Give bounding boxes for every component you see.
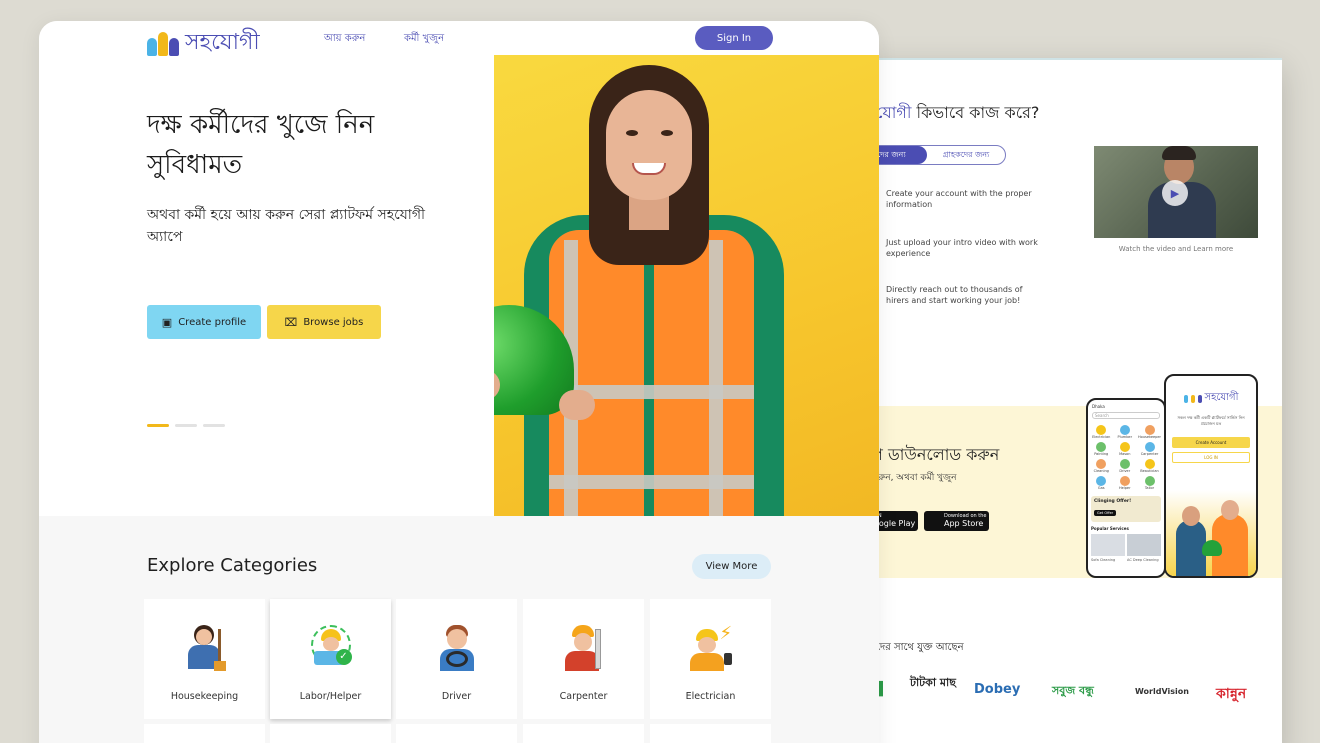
category-card-next-row[interactable] (523, 724, 644, 743)
brand-logo[interactable]: সহযোগী (147, 25, 260, 62)
category-card-next-row[interactable] (396, 724, 517, 743)
phone-category-item: Mason (1115, 442, 1136, 456)
step-2: Just upload your intro video with work e… (886, 238, 1038, 258)
phone-category-item: Plumber (1115, 425, 1136, 439)
housekeeping-icon (180, 623, 230, 673)
phone-category-icon (1096, 442, 1107, 452)
partner-logo-tatka: টাটকা মাছ (910, 676, 956, 689)
category-label: Electrician (685, 691, 736, 702)
intro-video[interactable]: ▶ (1094, 146, 1258, 238)
category-card-housekeeping[interactable]: Housekeeping (144, 599, 265, 719)
play-icon[interactable]: ▶ (1162, 180, 1188, 206)
electrician-icon: ⚡ (686, 623, 736, 673)
partner-logo-sabuj-bondhu: সবুজ বন্ধু (1052, 684, 1094, 697)
phone-category-icon (1119, 442, 1130, 452)
phone-mockup-welcome: সহযোগী সকল দক্ষ কর্মী একটি প্ল্যাটফর্মে … (1164, 374, 1258, 578)
hero-subline: অথবা কর্মী হয়ে আয় করুন সেরা প্ল্যাটফর্… (147, 207, 425, 245)
phone-category-icon (1096, 476, 1107, 486)
phone-category-icon (1119, 459, 1130, 469)
phone-category-item: Electrician (1091, 425, 1112, 439)
step-3: Directly reach out to thousands of hirer… (886, 285, 1023, 305)
carousel-indicators (147, 424, 225, 427)
phone-category-icon (1096, 459, 1107, 469)
how-it-works-title: যোগী কিভাবে কাজ করে? (876, 103, 1040, 122)
phone-category-item: Beautician (1138, 459, 1161, 473)
toggle-customers[interactable]: গ্রাহকদের জন্য (927, 146, 1005, 164)
hero-worker-image (494, 55, 879, 516)
category-card-driver[interactable]: Driver (396, 599, 517, 719)
partner-logo-dobey: Dobey (974, 682, 1021, 697)
partner-logo-fragment: ▌ (878, 682, 888, 697)
driver-icon (432, 623, 482, 673)
carpenter-icon (559, 623, 609, 673)
category-label: Housekeeping (170, 691, 239, 702)
carousel-dot-1[interactable] (147, 424, 169, 427)
phone-category-item: Gas (1091, 476, 1112, 490)
phone-category-item: Cleaning (1091, 459, 1112, 473)
categories-title: Explore Categories (147, 555, 318, 576)
category-card-next-row[interactable] (270, 724, 391, 743)
people-logo-icon (147, 31, 179, 56)
phone-category-item: Housekeeper (1138, 425, 1161, 439)
download-subtitle: করুন, অথবা কর্মী খুজুন (872, 473, 957, 483)
phone-category-item: Carpenter (1138, 442, 1161, 456)
app-download-section: প ডাউনলোড করুন করুন, অথবা কর্মী খুজুন ON… (830, 374, 1282, 578)
category-card-carpenter[interactable]: Carpenter (523, 599, 644, 719)
carousel-dot-3[interactable] (203, 424, 225, 427)
download-title: প ডাউনলোড করুন (872, 445, 1000, 464)
helper-icon: ✓ (306, 623, 356, 673)
category-card-next-row[interactable] (650, 724, 771, 743)
category-card-next-row[interactable] (144, 724, 265, 743)
brand-name: সহযোগী (185, 30, 260, 55)
step-1: Create your account with the proper info… (886, 189, 1032, 209)
phone-category-item: Helper (1115, 476, 1136, 490)
phone-category-icon (1144, 459, 1155, 469)
category-card-electrician[interactable]: ⚡ Electrician (650, 599, 771, 719)
partner-logo-worldvision: WorldVision (1135, 687, 1189, 696)
phone-category-icon (1144, 442, 1155, 452)
view-more-button[interactable]: View More (692, 554, 771, 579)
create-profile-button[interactable]: ▣ Create profile (147, 305, 261, 339)
partners-title: দের সাথে যুক্ত আছেন (876, 642, 964, 653)
phone-category-icon (1096, 425, 1107, 435)
phone-category-icon (1144, 476, 1155, 486)
phone-category-icon (1119, 476, 1130, 486)
category-card-helper[interactable]: ✓ Labor/Helper (270, 599, 391, 719)
phone-category-icon (1144, 425, 1155, 435)
secondary-page-window: যোগী কিভাবে কাজ করে? র্মীদের জন্য গ্রাহক… (830, 58, 1282, 743)
app-store-badge[interactable]: Download on the App Store (924, 511, 989, 531)
nav-earn[interactable]: আয় করুন (324, 31, 365, 48)
phone-category-item: Tailor (1138, 476, 1161, 490)
profile-card-icon: ▣ (161, 315, 173, 329)
partner-logo-kannun: কান্নুন (1216, 686, 1247, 702)
video-caption: Watch the video and Learn more (1118, 245, 1234, 253)
hero-headline: দক্ষ কর্মীদের খুজে নিন সুবিধামত (147, 110, 375, 180)
phone-category-icon (1119, 425, 1130, 435)
category-label: Driver (441, 691, 472, 702)
main-page-window: সহযোগী আয় করুন কর্মী খুজুন Sign In দক্ষ… (39, 21, 879, 743)
phone-mockup-home: Dhaka Search Electrician Plumber Housekeep… (1086, 398, 1166, 578)
sign-in-button[interactable]: Sign In (695, 26, 773, 50)
phone-category-item: Driver (1115, 459, 1136, 473)
browse-jobs-button[interactable]: ⌧ Browse jobs (267, 305, 381, 339)
briefcase-icon: ⌧ (284, 315, 298, 329)
category-label: Carpenter (559, 691, 608, 702)
carousel-dot-2[interactable] (175, 424, 197, 427)
nav-find-workers[interactable]: কর্মী খুজুন (404, 31, 444, 48)
phone-category-item: Painting (1091, 442, 1112, 456)
category-label: Labor/Helper (299, 691, 362, 702)
